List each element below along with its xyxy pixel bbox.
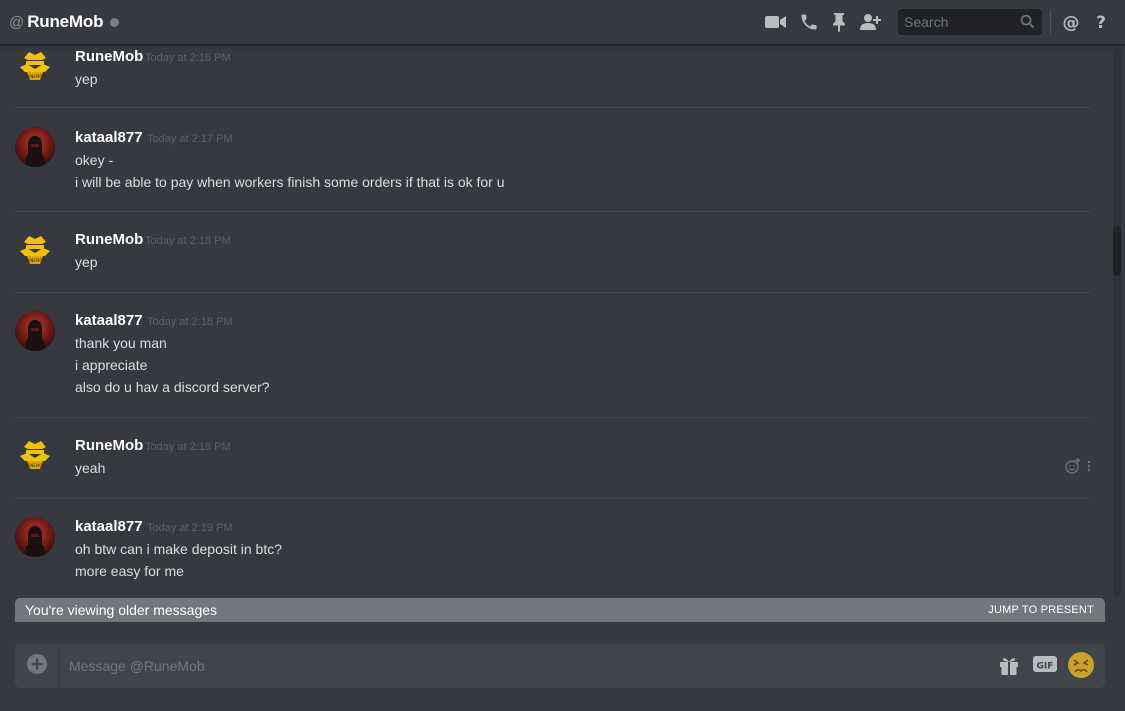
- channel-header: @ RuneMob @ ?: [0, 0, 1125, 45]
- message-text: yeah: [75, 460, 106, 476]
- message-text: oh btw can i make deposit in btc?: [75, 541, 283, 557]
- message-author[interactable]: kataal877: [75, 518, 143, 535]
- message-author[interactable]: RuneMob: [75, 231, 143, 248]
- message-author[interactable]: RuneMob: [75, 48, 143, 65]
- svg-text:?: ?: [1096, 13, 1106, 31]
- add-friend-icon[interactable]: [860, 10, 882, 34]
- avatar[interactable]: RUNEMOB: [15, 47, 55, 87]
- message-group: kataal877 Today at 2:19 PM oh btw can i …: [15, 499, 1091, 598]
- jump-to-present-button[interactable]: JUMP TO PRESENT: [988, 604, 1094, 616]
- add-reaction-icon[interactable]: [1065, 458, 1081, 479]
- message-timestamp: Today at 2:18 PM: [147, 316, 233, 328]
- video-call-icon[interactable]: [765, 10, 787, 34]
- message-composer: GIF: [15, 644, 1105, 688]
- message-timestamp: Today at 2:16 PM: [145, 52, 231, 64]
- header-toolbar: @ ?: [765, 0, 1125, 44]
- svg-text:RUNEMOB: RUNEMOB: [25, 258, 46, 263]
- message-timestamp: Today at 2:18 PM: [145, 441, 231, 453]
- message-timestamp: Today at 2:18 PM: [145, 235, 231, 247]
- avatar[interactable]: [15, 311, 55, 351]
- message-text: i appreciate: [75, 357, 148, 373]
- message-group: RUNEMOB RuneMob Today at 2:18 PM yep: [15, 212, 1091, 292]
- dm-at-symbol: @: [9, 13, 25, 31]
- search-icon: [1020, 14, 1035, 34]
- scrollbar-track[interactable]: [1113, 48, 1121, 596]
- at-mentions-icon[interactable]: @: [1061, 10, 1081, 34]
- search-box[interactable]: [898, 9, 1042, 35]
- gift-icon[interactable]: [998, 654, 1020, 676]
- search-input[interactable]: [904, 14, 1014, 30]
- emoji-icon[interactable]: [1067, 651, 1095, 679]
- pin-icon[interactable]: [830, 10, 848, 34]
- older-messages-bar: You're viewing older messages JUMP TO PR…: [15, 598, 1105, 622]
- offline-status-dot: [110, 18, 120, 27]
- help-icon[interactable]: ?: [1093, 10, 1109, 34]
- avatar[interactable]: RUNEMOB: [15, 231, 55, 271]
- message-group: kataal877 Today at 2:17 PM okey - i will…: [15, 108, 1091, 211]
- message-text: yep: [75, 71, 98, 87]
- plus-icon: [26, 653, 48, 680]
- more-options-icon[interactable]: [1087, 459, 1091, 478]
- phone-call-icon[interactable]: [798, 10, 820, 34]
- message-group: kataal877 Today at 2:18 PM thank you man…: [15, 293, 1091, 417]
- message-text: i will be able to pay when workers finis…: [75, 174, 505, 190]
- message-author[interactable]: RuneMob: [75, 437, 143, 454]
- message-list[interactable]: RUNEMOB RuneMob Today at 2:16 PM yep kat…: [0, 45, 1110, 598]
- message-text: okey -: [75, 152, 114, 168]
- message-author[interactable]: kataal877: [75, 312, 143, 329]
- message-hover-toolbar: [1065, 458, 1091, 479]
- message-text: more easy for me: [75, 563, 184, 579]
- message-input[interactable]: [69, 658, 969, 674]
- header-divider: [1050, 10, 1051, 34]
- message-timestamp: Today at 2:17 PM: [147, 133, 233, 145]
- message-author[interactable]: kataal877: [75, 129, 143, 146]
- svg-text:RUNEMOB: RUNEMOB: [25, 74, 46, 79]
- channel-title: RuneMob: [27, 12, 104, 31]
- message-timestamp: Today at 2:19 PM: [147, 522, 233, 534]
- gif-icon[interactable]: GIF: [1033, 654, 1057, 674]
- svg-text:RUNEMOB: RUNEMOB: [25, 463, 46, 468]
- message-group: RUNEMOB RuneMob Today at 2:18 PM yeah: [15, 418, 1091, 498]
- message-text: yep: [75, 254, 98, 270]
- avatar[interactable]: RUNEMOB: [15, 436, 55, 476]
- message-text: also do u hav a discord server?: [75, 379, 270, 395]
- gif-label: GIF: [1037, 662, 1054, 672]
- attach-button[interactable]: [15, 644, 59, 688]
- avatar[interactable]: [15, 127, 55, 167]
- svg-text:@: @: [1063, 13, 1080, 31]
- avatar[interactable]: [15, 517, 55, 557]
- message-text: thank you man: [75, 335, 167, 351]
- older-messages-text: You're viewing older messages: [25, 602, 218, 618]
- scrollbar-thumb[interactable]: [1113, 226, 1121, 276]
- message-group: RUNEMOB RuneMob Today at 2:16 PM yep: [15, 45, 1091, 107]
